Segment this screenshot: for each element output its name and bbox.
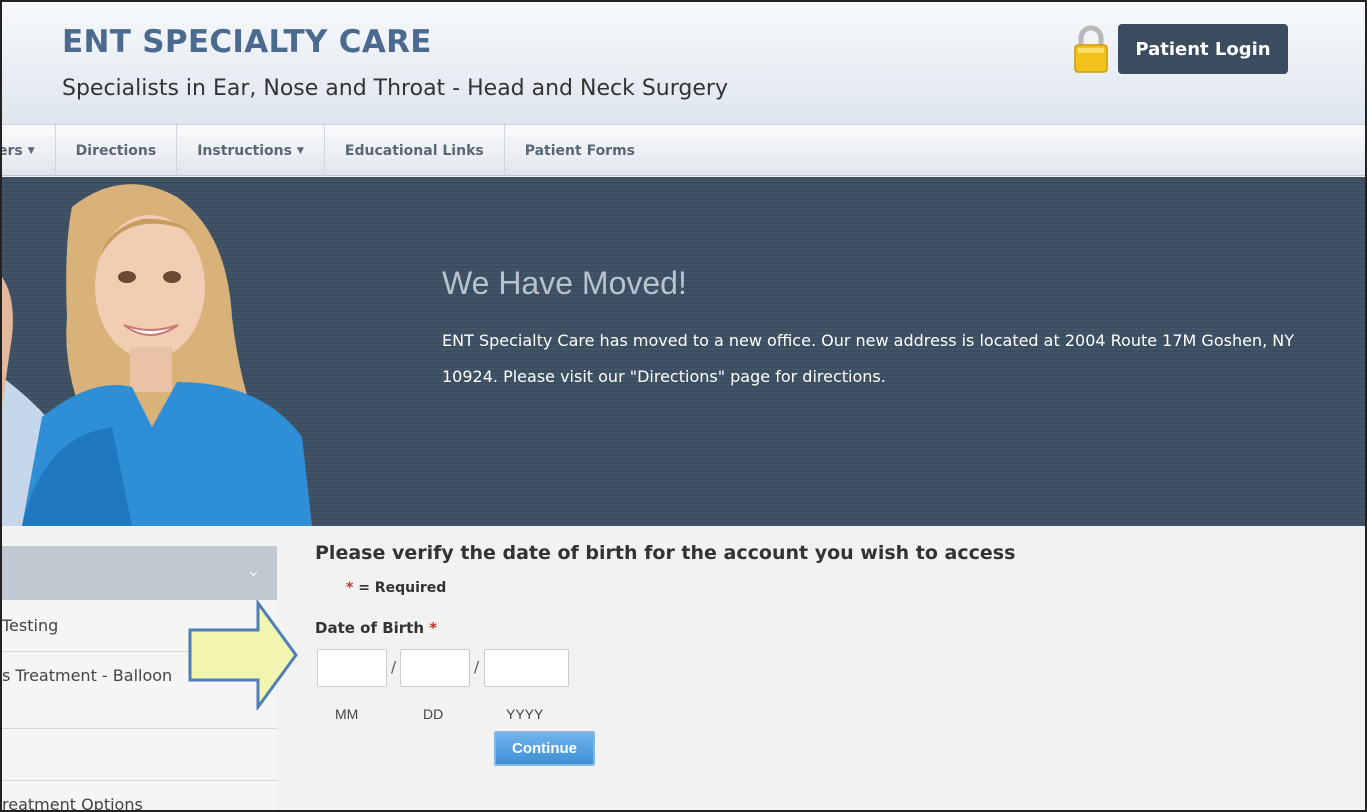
- main-nav: ers ▼ Directions Instructions ▼ Educationa…: [0, 124, 1365, 176]
- date-separator: /: [391, 658, 397, 676]
- sidebar-item[interactable]: [2, 729, 277, 781]
- continue-button[interactable]: Continue: [494, 731, 595, 766]
- dob-month-input[interactable]: [317, 649, 387, 687]
- dob-day-input[interactable]: [400, 649, 470, 687]
- required-star: *: [429, 619, 438, 637]
- banner-text: ENT Specialty Care has moved to a new of…: [442, 331, 1294, 386]
- patient-login-button[interactable]: Patient Login: [1118, 24, 1288, 74]
- sidebar-item-label: Testing: [2, 616, 59, 635]
- nav-item-patient-forms[interactable]: Patient Forms: [505, 125, 655, 176]
- sidebar-item-label: reatment Options: [2, 795, 143, 812]
- banner-photo: [2, 184, 312, 526]
- nav-item-partial[interactable]: ers ▼: [0, 125, 56, 176]
- nav-item-label: Instructions: [197, 142, 292, 159]
- browser-frame: ENT SPECIALTY CARE Specialists in Ear, N…: [0, 0, 1367, 812]
- dd-hint: DD: [423, 706, 444, 722]
- nav-item-label: Educational Links: [344, 142, 484, 159]
- nav-item-label: Patient Forms: [524, 142, 636, 159]
- arrow-right-icon: [188, 600, 298, 710]
- sidebar-item-label: s Treatment - Balloon: [2, 666, 173, 685]
- required-note-text: = Required: [358, 580, 447, 596]
- banner-title: We Have Moved!: [442, 265, 687, 301]
- site-title[interactable]: ENT SPECIALTY CARE: [62, 24, 432, 60]
- sidebar-header[interactable]: ⌄: [2, 546, 277, 600]
- nav-item-instructions[interactable]: Instructions ▼: [177, 125, 325, 176]
- chevron-down-icon[interactable]: ⌄: [246, 560, 261, 581]
- date-separator: /: [474, 658, 480, 676]
- site-subtitle: Specialists in Ear, Nose and Throat - He…: [62, 76, 728, 101]
- mm-hint: MM: [335, 706, 359, 722]
- required-star: *: [346, 580, 354, 596]
- yyyy-hint: YYYY: [506, 706, 544, 722]
- caret-down-icon: ▼: [296, 145, 304, 156]
- sidebar-item[interactable]: reatment Options: [2, 781, 277, 812]
- hero-banner: We Have Moved! ENT Specialty Care has mo…: [2, 177, 1365, 526]
- nav-item-directions[interactable]: Directions: [56, 125, 178, 176]
- lock-icon: [1074, 25, 1108, 73]
- caret-down-icon: ▼: [27, 145, 35, 156]
- site-header: ENT SPECIALTY CARE Specialists in Ear, N…: [2, 2, 1365, 124]
- form-title: Please verify the date of birth for the …: [315, 542, 1016, 564]
- nav-item-educational-links[interactable]: Educational Links: [325, 125, 505, 176]
- dob-year-input[interactable]: [484, 649, 569, 687]
- dob-label-text: Date of Birth: [315, 619, 425, 637]
- nav-item-label: Directions: [75, 142, 157, 159]
- nav-item-label: ers: [0, 142, 23, 159]
- required-note: * = Required: [346, 580, 446, 596]
- dob-label: Date of Birth *: [315, 619, 437, 637]
